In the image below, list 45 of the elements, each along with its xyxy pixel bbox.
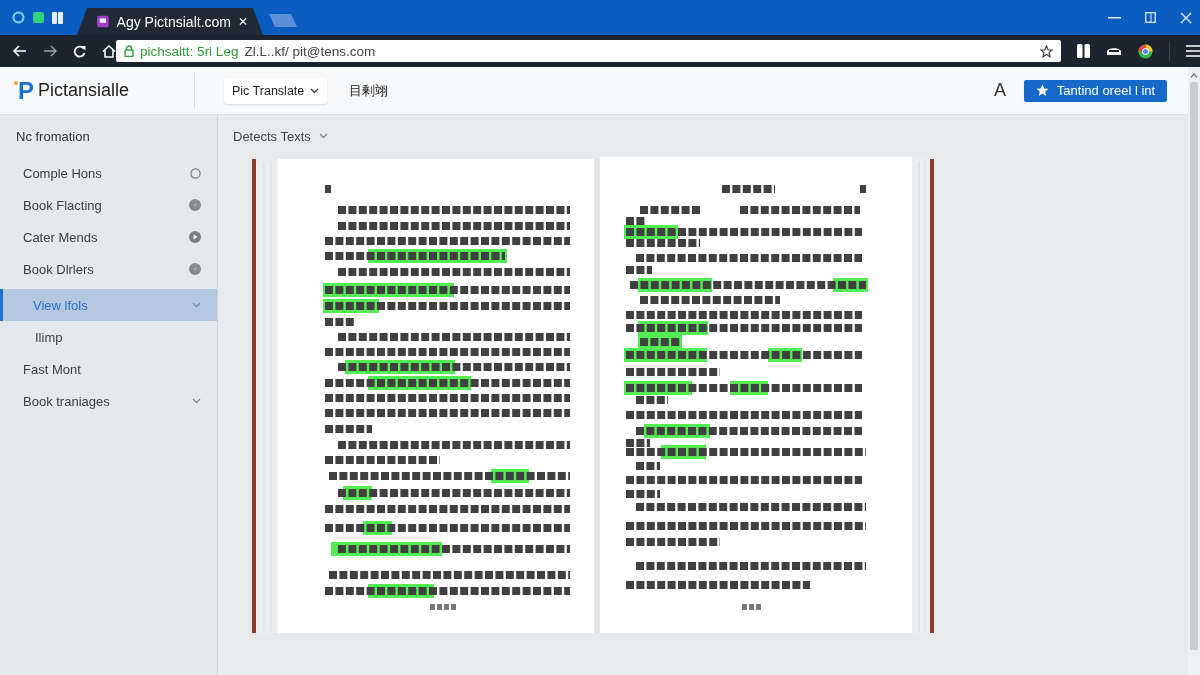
sidebar-item[interactable]: Book Flacting [0,189,217,221]
sidebar-item[interactable]: Book traniages [0,385,217,417]
nav-link[interactable]: 目剰翊 [349,81,389,100]
ring-icon[interactable] [12,11,25,24]
url-text: pichsaltt: 5ri Leg Zl.L..kf/ pit@tens.com [140,43,377,59]
hat-icon[interactable] [1106,45,1122,57]
scroll-up-icon[interactable] [1190,73,1198,78]
sidebar-item[interactable]: Book Dlrlers [0,253,217,285]
sidebar-item[interactable]: Fast Mont [0,353,217,385]
chevron-down-icon [192,398,201,404]
star-icon[interactable] [1040,44,1053,58]
app-name: Pictansialle [38,80,130,101]
browser-tab[interactable]: Agy Pictnsialt.com [77,8,263,35]
home-icon[interactable] [102,44,116,58]
favicon-icon [97,15,109,28]
sidebar-item[interactable]: Cater Mends [0,221,217,253]
chevron-down-icon [192,302,201,308]
font-button[interactable]: A [994,80,1006,101]
chevron-down-icon [318,133,328,139]
sidebar-heading: Nc fromation [15,127,91,146]
scrollbar[interactable] [1188,67,1200,675]
columns-icon[interactable] [1077,44,1090,58]
circle-icon [190,167,201,179]
logo-mark: P [14,77,34,104]
dot-icon [189,263,201,275]
mode-dropdown[interactable]: Pic Translate [224,77,328,104]
dot-icon [189,199,201,211]
play-icon [189,231,201,243]
globe-icon[interactable] [1138,43,1153,59]
forward-icon[interactable] [43,45,57,57]
chevron-down-icon [310,87,320,94]
star-icon [1035,84,1049,97]
sidebar-subitem[interactable]: Ilimp [0,321,217,353]
primary-button[interactable]: Tantind oreel l int [1024,79,1167,102]
detect-dropdown[interactable]: Detects Texts [233,128,328,144]
address-field[interactable]: pichsaltt: 5ri Leg Zl.L..kf/ pit@tens.com [116,40,1061,62]
back-icon[interactable] [13,45,27,57]
minimize-icon[interactable] [1108,16,1121,19]
reload-icon[interactable] [73,44,86,58]
tab-title: Agy Pictnsialt.com [116,13,231,30]
sidebar-item[interactable]: Comple Hons [0,157,217,189]
menu-icon[interactable] [1186,45,1200,57]
restore-icon[interactable] [1145,12,1156,23]
close-icon[interactable] [1180,11,1192,24]
lock-icon [124,45,135,57]
